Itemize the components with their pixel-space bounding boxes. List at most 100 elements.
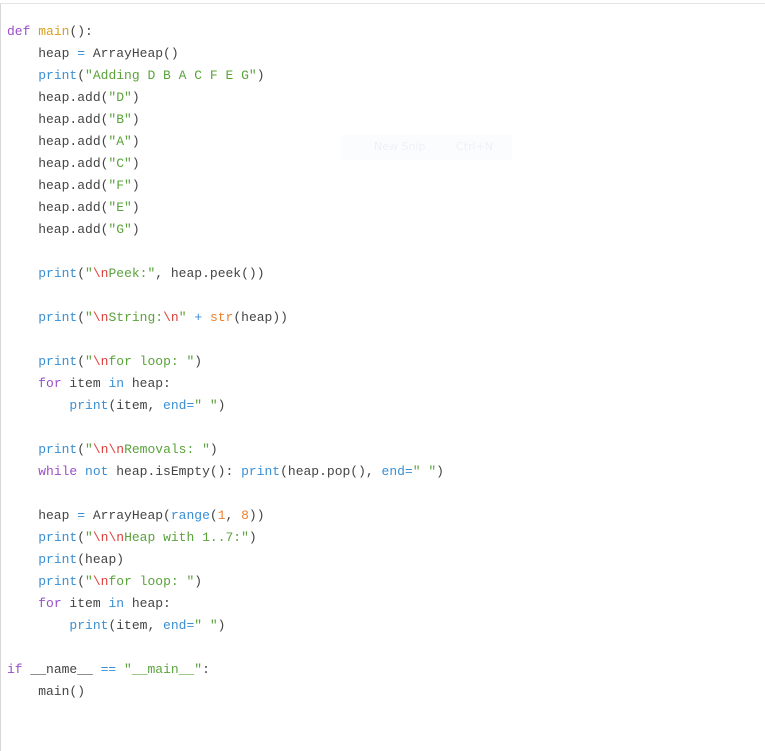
code-token: " " <box>194 618 218 633</box>
code-token: heap.add( <box>7 200 109 215</box>
code-token: (item, <box>108 618 164 633</box>
code-token: print <box>38 354 78 369</box>
code-token: Peek:" <box>108 266 156 281</box>
code-token: print <box>38 266 78 281</box>
code-token: (heap.pop(), <box>280 464 382 479</box>
code-line: print("\nPeek:", heap.peek()) <box>7 263 444 285</box>
code-token: "F" <box>108 178 132 193</box>
code-token: ) <box>436 464 444 479</box>
code-token: print <box>241 464 281 479</box>
code-line: heap.add("F") <box>7 175 444 197</box>
code-line: if __name__ == "__main__": <box>7 659 444 681</box>
code-token: 8 <box>241 508 249 523</box>
code-line: def main(): <box>7 21 444 43</box>
code-token: " <box>85 310 93 325</box>
code-line: print(item, end=" ") <box>7 615 444 637</box>
code-token: print <box>38 530 78 545</box>
code-token: while <box>38 464 78 479</box>
code-token: heap.add( <box>7 222 109 237</box>
code-token: ArrayHeap( <box>85 508 171 523</box>
code-token: ) <box>131 178 140 193</box>
code-token: == <box>100 662 117 677</box>
code-token: ) <box>194 574 203 589</box>
code-line: print("\nfor loop: ") <box>7 571 444 593</box>
code-token: ( <box>77 354 86 369</box>
code-token: print <box>38 552 78 567</box>
code-token: : <box>202 662 210 677</box>
code-line: print(heap) <box>7 549 444 571</box>
code-token: ) <box>209 442 218 457</box>
code-token: " <box>85 574 93 589</box>
code-token: end= <box>163 398 195 413</box>
code-token: ( <box>77 68 86 83</box>
code-token: end= <box>381 464 413 479</box>
code-token: heap <box>7 508 78 523</box>
code-token: str <box>209 310 234 325</box>
new-snip-menu-item[interactable]: New Snip Ctrl+N <box>342 135 512 160</box>
code-token: ( <box>77 310 86 325</box>
code-token: ( <box>77 574 86 589</box>
code-token: , <box>225 508 242 523</box>
code-token: (heap)) <box>233 310 288 325</box>
code-token: ( <box>77 442 86 457</box>
code-token: heap: <box>124 376 171 391</box>
code-token: ) <box>131 134 140 149</box>
code-token: ArrayHeap() <box>85 46 179 61</box>
code-line: heap = ArrayHeap(range(1, 8)) <box>7 505 444 527</box>
code-token: ) <box>217 618 226 633</box>
code-token: " <box>85 354 93 369</box>
code-line: print("\n\nRemovals: ") <box>7 439 444 461</box>
code-token: " <box>85 530 93 545</box>
code-line: print("Adding D B A C F E G") <box>7 65 444 87</box>
code-token: "B" <box>108 112 132 127</box>
code-token: main <box>38 24 70 39</box>
code-token: " <box>85 442 93 457</box>
code-token: " " <box>194 398 218 413</box>
code-block[interactable]: def main(): heap = ArrayHeap() print("Ad… <box>7 21 444 703</box>
code-token: range <box>170 508 210 523</box>
code-token: ) <box>131 90 140 105</box>
code-token: item <box>61 596 109 611</box>
code-line: print("\nString:\n" + str(heap)) <box>7 307 444 329</box>
code-token: \n <box>92 354 109 369</box>
code-token: Removals: " <box>124 442 210 457</box>
code-token: ) <box>131 200 140 215</box>
code-token: heap.add( <box>7 134 109 149</box>
code-token: "D" <box>108 90 132 105</box>
code-line: for item in heap: <box>7 373 444 395</box>
code-token: in <box>108 376 125 391</box>
code-token: heap <box>7 46 78 61</box>
code-token: Heap with 1..7:" <box>124 530 249 545</box>
code-token: ) <box>131 156 140 171</box>
code-token: for <box>38 376 62 391</box>
code-token: \n\n <box>92 442 125 457</box>
code-token: print <box>69 398 109 413</box>
code-line: print("\nfor loop: ") <box>7 351 444 373</box>
code-token: ) <box>131 222 140 237</box>
code-token: ( <box>209 508 218 523</box>
code-token: in <box>108 596 125 611</box>
code-token: ) <box>256 68 265 83</box>
code-token: "G" <box>108 222 132 237</box>
new-snip-shortcut: Ctrl+N <box>456 140 494 153</box>
code-token: )) <box>248 508 265 523</box>
code-token: heap: <box>124 596 171 611</box>
code-token: "Adding D B A C F E G" <box>85 68 257 83</box>
code-line: heap = ArrayHeap() <box>7 43 444 65</box>
code-token: ) <box>248 530 257 545</box>
code-token: "A" <box>108 134 132 149</box>
code-token: def <box>7 24 31 39</box>
